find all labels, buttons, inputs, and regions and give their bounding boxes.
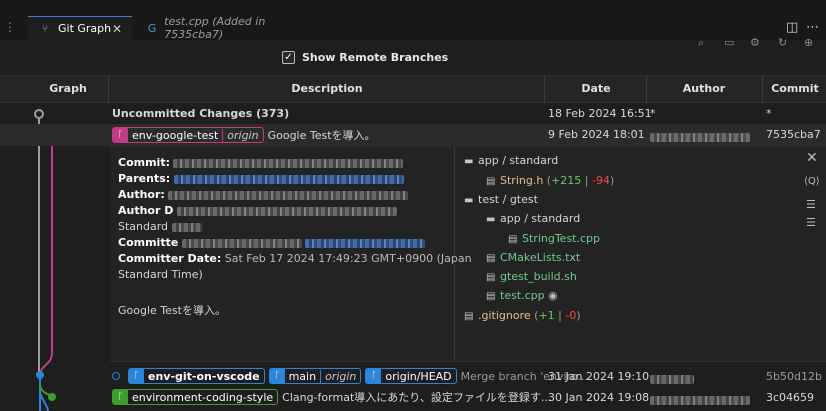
branch-badge[interactable]: ᚴ main origin <box>268 368 362 384</box>
uncommitted-date: 18 Feb 2024 16:51 <box>548 107 652 120</box>
detail-author: Author: <box>118 188 409 201</box>
commit1-description: ᚴ env-google-test origin Google Testを導入。 <box>112 127 376 143</box>
uncommitted-description: Uncommitted Changes (373) <box>112 107 290 120</box>
eye-icon[interactable]: ◉ <box>548 289 558 302</box>
file-tree-file[interactable]: ▤ CMakeLists.txt <box>486 251 580 264</box>
file-icon: ▤ <box>464 311 474 322</box>
branch-name: main <box>288 369 317 383</box>
folder-open-icon: ▬ <box>464 195 474 206</box>
branch-remote: origin <box>222 128 262 142</box>
detail-commit: Commit: <box>118 156 404 169</box>
commit1-hash: 7535cba7 <box>766 128 821 141</box>
file-icon: ▤ <box>486 176 496 187</box>
column-date: Date <box>581 82 611 95</box>
column-description: Description <box>291 82 363 95</box>
column-divider[interactable] <box>762 75 763 103</box>
uncommitted-author: * <box>650 107 656 120</box>
head-indicator-icon <box>112 372 120 380</box>
commit2-hash: 5b50d12b <box>766 370 822 383</box>
close-icon[interactable]: ✕ <box>112 22 122 36</box>
detail-author-date: Author D <box>118 204 397 217</box>
branch-remote: origin <box>320 369 360 383</box>
file-view-icon[interactable]: ☰ <box>806 198 816 211</box>
commit2-description: ᚴ env-git-on-vscode ᚴ main origin ᚴ orig… <box>112 368 588 384</box>
uncommitted-commit: * <box>766 107 772 120</box>
branch-badge[interactable]: ᚴ origin/HEAD <box>365 368 457 384</box>
branch-icon: ᚴ <box>366 369 382 383</box>
tree-view-icon[interactable]: ☰ <box>806 216 816 229</box>
commit-graph <box>34 109 56 411</box>
branch-icon: ᚴ <box>129 369 144 383</box>
column-author: Author <box>682 82 726 95</box>
split-editor-icon[interactable]: ◫ <box>786 20 798 35</box>
file-icon: ▤ <box>486 272 496 283</box>
column-divider[interactable] <box>646 75 647 103</box>
tab-test-cpp-label: test.cpp (Added in 7535cba7) <box>164 15 266 41</box>
search-icon[interactable]: ⌕ <box>698 36 704 50</box>
column-divider[interactable] <box>544 75 545 103</box>
commit1-author <box>650 130 750 143</box>
detail-parents: Parents: <box>118 172 404 185</box>
commit3-description: ᚴ environment-coding-style Clang-format導… <box>112 389 551 405</box>
detail-committer-date: Committer Date: Sat Feb 17 2024 17:49:23… <box>118 252 472 265</box>
show-remote-checkbox[interactable]: ✓ <box>282 51 295 64</box>
file-tree-dir[interactable]: ▬ app / standard <box>486 212 580 225</box>
commit2-date: 31 Jan 2024 19:10 <box>548 370 650 383</box>
file-tree-file[interactable]: ▤ gtest_build.sh <box>486 270 577 283</box>
close-details-icon[interactable]: ✕ <box>806 150 818 166</box>
refresh-icon[interactable]: ↻ <box>778 36 787 49</box>
file-tree-file[interactable]: ▤ String.h (+215 | -94) <box>486 174 614 187</box>
overflow-icon[interactable]: ⊕ <box>804 36 813 49</box>
show-remote-label: Show Remote Branches <box>302 51 449 64</box>
file-tree-file[interactable]: ▤ StringTest.cpp <box>508 232 600 245</box>
code-review-icon[interactable]: ⟨Q⟩ <box>804 176 820 187</box>
commit2-author <box>650 372 694 385</box>
commit-message: Clang-format導入にあたり、設定ファイルを登録す... <box>282 391 552 404</box>
detail-committer: Committe <box>118 236 426 249</box>
branch-badge[interactable]: ᚴ environment-coding-style <box>112 389 279 405</box>
column-commit: Commit <box>771 82 819 95</box>
branch-icon: ᚴ <box>113 128 128 142</box>
commit3-author <box>650 393 750 406</box>
detail-standard: Standard <box>118 220 202 233</box>
file-icon: ▤ <box>508 234 518 245</box>
folder-open-icon: ▬ <box>464 156 474 167</box>
branch-icon: ᚴ <box>269 369 285 383</box>
file-tree-file[interactable]: ▤ .gitignore (+1 | -0) <box>464 309 581 322</box>
branch-badge[interactable]: ᚴ env-git-on-vscode <box>128 368 265 384</box>
folder-open-icon: ▬ <box>486 214 496 225</box>
tab-git-graph-label: Git Graph <box>58 22 112 35</box>
settings-icon[interactable]: ▭ <box>724 36 734 49</box>
tab-test-cpp[interactable]: G test.cpp (Added in 7535cba7) <box>136 15 316 41</box>
more-actions-icon[interactable]: ⋯ <box>806 20 819 35</box>
file-icon: ▤ <box>486 253 496 264</box>
detail-standard-time: Standard Time) <box>118 268 203 281</box>
branch-name: env-git-on-vscode <box>148 369 260 383</box>
file-tree-file[interactable]: ▤ test.cpp ◉ <box>486 289 558 302</box>
cpp-file-icon: G <box>147 21 157 35</box>
file-tree-dir[interactable]: ▬ test / gtest <box>464 193 538 206</box>
tab-git-graph[interactable]: ⑂ Git Graph ✕ <box>28 16 132 40</box>
file-icon: ▤ <box>486 291 496 302</box>
branch-name: environment-coding-style <box>132 390 274 404</box>
git-graph-icon: ⑂ <box>41 22 49 35</box>
branch-badge[interactable]: ᚴ env-google-test origin <box>112 127 264 143</box>
commit1-date: 9 Feb 2024 18:01 <box>548 128 645 141</box>
column-divider[interactable] <box>108 75 109 103</box>
branch-icon: ᚴ <box>113 390 128 404</box>
commit3-date: 30 Jan 2024 19:08 <box>548 391 650 404</box>
activity-icon[interactable]: ⋮ <box>4 20 16 34</box>
branch-name: origin/HEAD <box>385 369 452 383</box>
commit3-hash: 3c04659 <box>766 391 815 404</box>
commit-message: Google Testを導入。 <box>267 129 376 142</box>
fetch-icon[interactable]: ⚙ <box>750 36 760 49</box>
file-tree-dir[interactable]: ▬ app / standard <box>464 154 558 167</box>
branch-name: env-google-test <box>132 128 219 142</box>
detail-message: Google Testを導入。 <box>118 304 226 317</box>
column-graph: Graph <box>49 82 87 95</box>
